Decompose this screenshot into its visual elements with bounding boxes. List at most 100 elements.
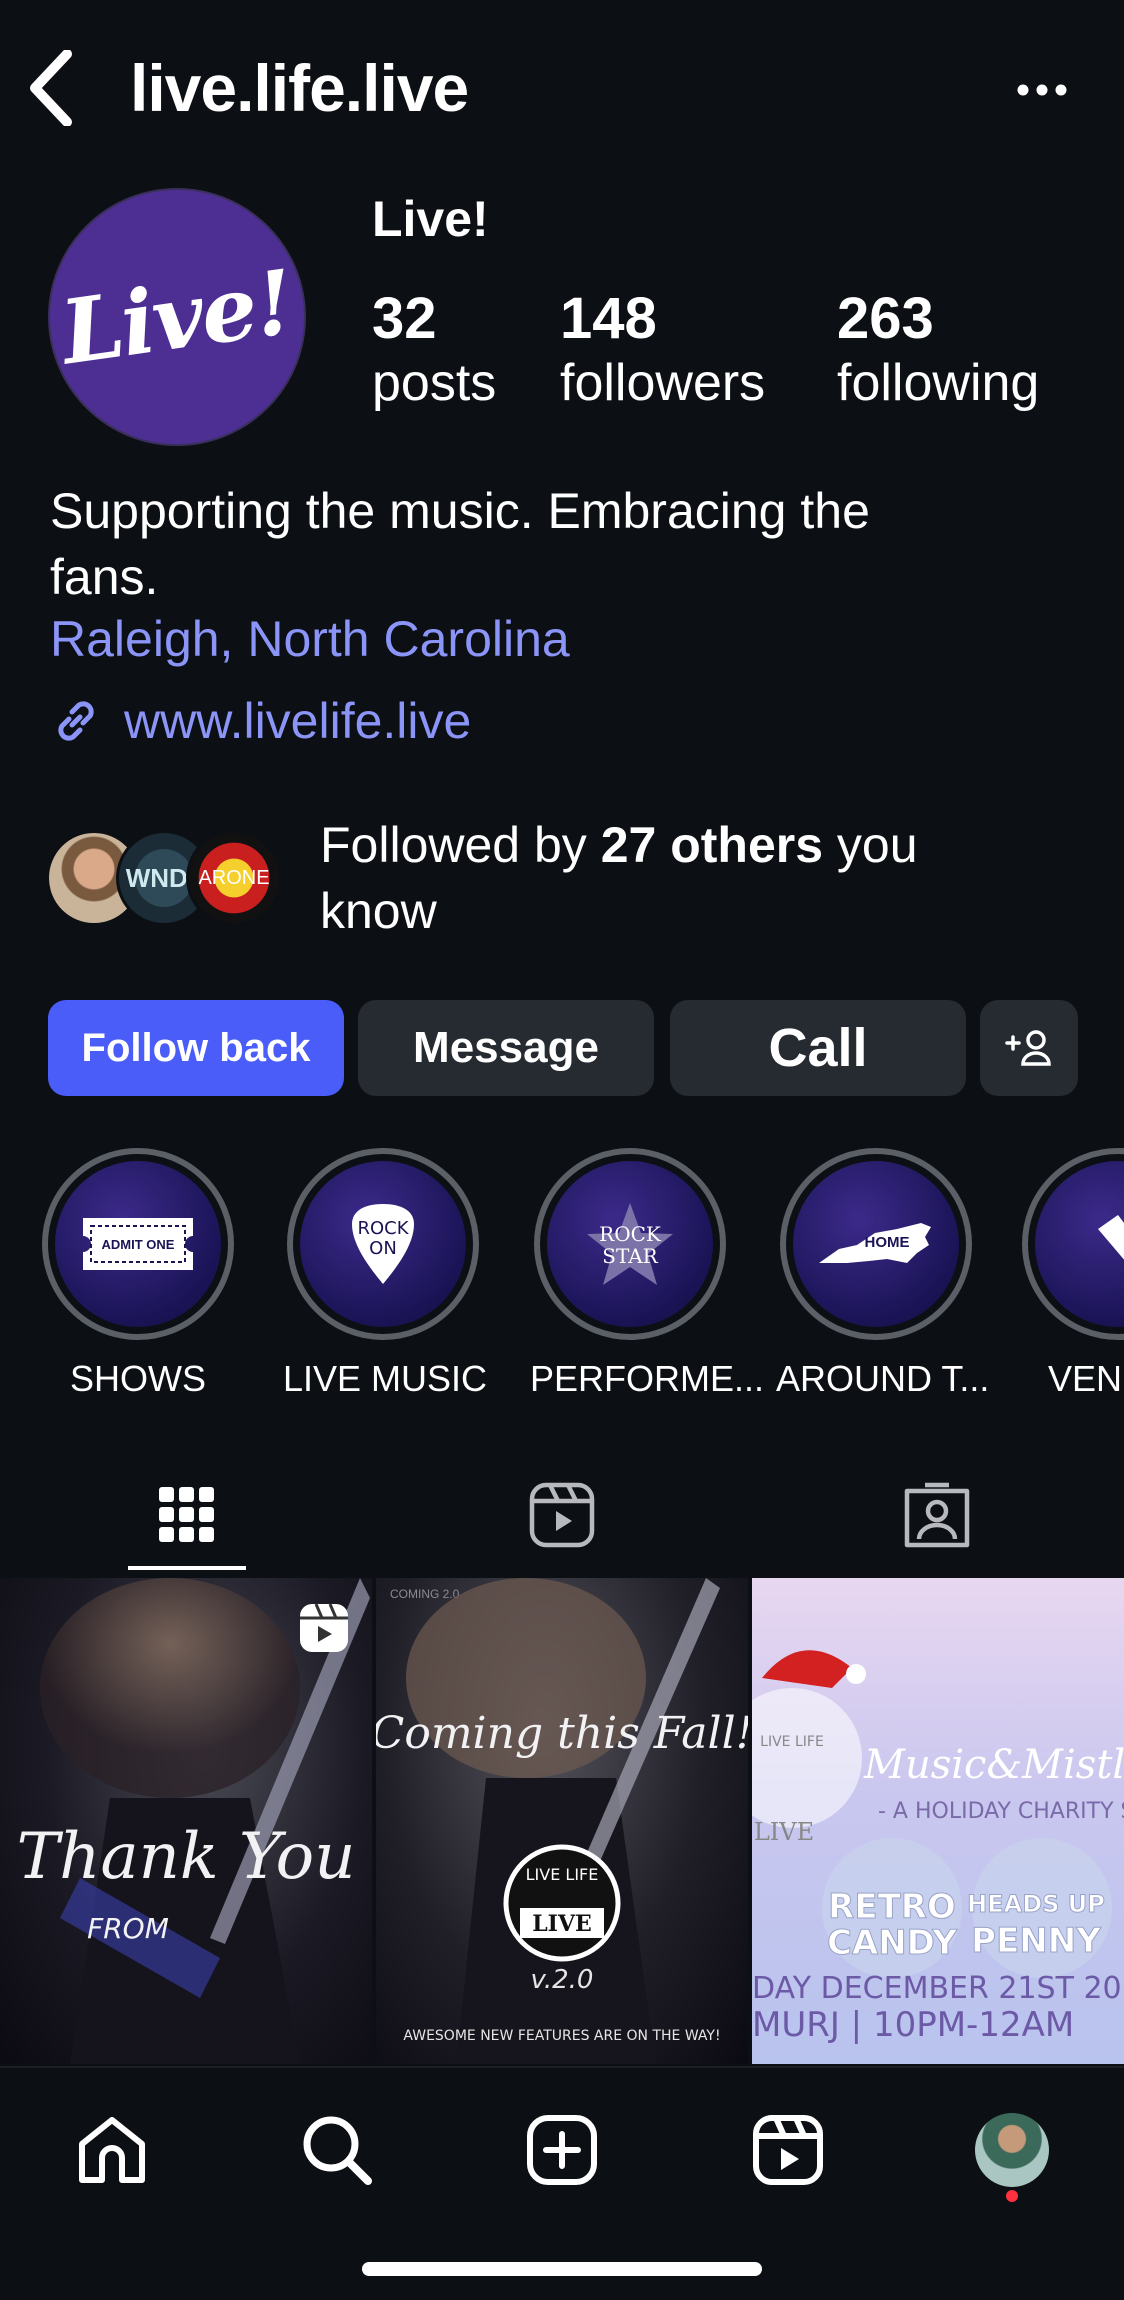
home-icon (79, 2117, 145, 2183)
tab-tagged[interactable] (750, 1460, 1124, 1570)
mutual-count: 27 others (600, 817, 824, 873)
suggested-users-button[interactable] (980, 1000, 1078, 1096)
display-name: Live! (372, 191, 489, 247)
stat-followers-label: followers (560, 354, 766, 412)
stat-followers[interactable]: 148 followers (560, 286, 765, 414)
post-date: DAY DECEMBER 21ST 20 (752, 1971, 1122, 2006)
stat-posts-label: posts (372, 354, 497, 412)
post-thumbnail[interactable]: Thank You FROM (0, 1578, 372, 2064)
highlight-ring: ADMIT ONE (42, 1148, 234, 1340)
svg-text:HEADS UP: HEADS UP (967, 1890, 1105, 1918)
active-tab-indicator (128, 1566, 246, 1570)
stat-followers-count: 148 (560, 286, 657, 351)
mutual-suffix: you (823, 817, 918, 873)
highlight-live-music[interactable]: ROCK ON LIVE MUSIC (283, 1148, 488, 1400)
svg-text:STAR: STAR (602, 1244, 658, 1268)
svg-text:ADMIT ONE: ADMIT ONE (102, 1237, 175, 1252)
link-icon (58, 701, 94, 741)
profile-bio: Supporting the music. Embracing the fans… (50, 478, 1080, 610)
svg-text:ON: ON (369, 1238, 397, 1259)
post-logo: LIVE (754, 1818, 814, 1846)
post-version: v.2.0 (531, 1965, 594, 1995)
mutual-suffix-line2: know (320, 883, 437, 939)
venue-icon (1098, 1215, 1124, 1260)
post-artwork: COMING 2.0 Coming this Fall! LIVE LIFE L… (376, 1578, 748, 2064)
svg-text:ROCK: ROCK (357, 1218, 409, 1239)
mutual-followers-avatars[interactable]: WNDJ ARONE (46, 830, 296, 930)
highlight-ring: ROCK ON (287, 1148, 479, 1340)
highlight-around-town[interactable]: HOME AROUND T... (776, 1148, 990, 1400)
home-indicator (362, 2262, 762, 2276)
website-text: www.livelife.live (124, 693, 472, 749)
tab-reels[interactable] (375, 1460, 749, 1570)
reels-icon (753, 2115, 823, 2185)
profile-location[interactable]: Raleigh, North Carolina (50, 610, 570, 668)
svg-text:RETRO: RETRO (828, 1887, 956, 1927)
highlight-label: VEN (1048, 1358, 1123, 1399)
highlight-venues[interactable]: VEN (1022, 1148, 1124, 1400)
avatar-logo: Live! (55, 249, 299, 385)
svg-text:COMING 2.0: COMING 2.0 (390, 1587, 460, 1601)
nav-profile[interactable] (962, 2100, 1062, 2200)
highlight-performers[interactable]: ROCK STAR PERFORME... (530, 1148, 765, 1400)
follow-back-button[interactable]: Follow back (48, 1000, 344, 1096)
highlight-ring: ROCK STAR (534, 1148, 726, 1340)
post-title: Coming this Fall! (376, 1708, 748, 1759)
post-venue: MURJ | 10PM-12AM (752, 2005, 1074, 2045)
back-button[interactable] (22, 48, 78, 128)
stat-following-label: following (837, 354, 1040, 412)
profile-avatar[interactable]: Live! (48, 188, 306, 446)
reels-icon (529, 1482, 595, 1548)
highlight-label: PERFORME... (530, 1358, 765, 1399)
grid-icon (159, 1487, 214, 1542)
post-title: Music&Mistletoe (863, 1742, 1124, 1788)
post-subtitle: - A HOLIDAY CHARITY SHOW (878, 1799, 1124, 1824)
svg-text:PENNY: PENNY (971, 1921, 1101, 1961)
add-person-icon (1005, 1030, 1051, 1066)
profile-username: live.life.live (130, 51, 469, 125)
post-artwork: LIVE LIFE LIVE Music&Mistletoe - A HOLID… (752, 1650, 1124, 2045)
highlight-label: LIVE MUSIC (283, 1358, 488, 1399)
nav-create[interactable] (512, 2100, 612, 2200)
post-title: Thank You (17, 1820, 356, 1894)
star-icon: ROCK STAR (587, 1203, 673, 1285)
highlight-ring: HOME (780, 1148, 972, 1340)
guitar-pick-icon: ROCK ON (352, 1204, 414, 1284)
search-icon (303, 2116, 372, 2185)
highlight-ring (1022, 1148, 1124, 1340)
north-carolina-map-icon: HOME (819, 1223, 931, 1263)
highlight-shows[interactable]: ADMIT ONE SHOWS (38, 1148, 238, 1400)
call-button[interactable]: Call (670, 1000, 966, 1096)
nav-home[interactable] (62, 2100, 162, 2200)
profile-avatar-small (975, 2113, 1049, 2187)
tab-posts-grid[interactable] (0, 1460, 374, 1570)
stat-posts[interactable]: 32 posts (372, 286, 496, 414)
reel-icon (300, 1603, 348, 1652)
mutual-prefix: Followed by (320, 817, 601, 873)
message-button[interactable]: Message (358, 1000, 654, 1096)
svg-text:HOME: HOME (865, 1234, 910, 1251)
svg-text:LIVE LIFE: LIVE LIFE (760, 1734, 824, 1750)
svg-text:ROCK: ROCK (599, 1222, 662, 1246)
svg-text:LIVE LIFE: LIVE LIFE (526, 1865, 599, 1884)
post-thumbnail[interactable]: LIVE LIFE LIVE Music&Mistletoe - A HOLID… (752, 1578, 1124, 2064)
tagged-icon (904, 1482, 970, 1548)
stat-following[interactable]: 263 following (837, 286, 1039, 414)
bio-line: fans. (50, 549, 159, 605)
highlight-label: AROUND T... (776, 1358, 990, 1399)
notification-dot (1006, 2190, 1018, 2202)
more-options-button[interactable] (1010, 62, 1074, 118)
svg-text:CANDY: CANDY (827, 1923, 957, 1963)
nav-reels[interactable] (738, 2100, 838, 2200)
highlight-label: SHOWS (69, 1358, 206, 1399)
mutual-followers-text[interactable]: Followed by 27 others you know (320, 812, 1080, 944)
post-logo: LIVE (532, 1911, 592, 1937)
more-icon (1017, 84, 1067, 96)
post-footer: AWESOME NEW FEATURES ARE ON THE WAY! (403, 2028, 720, 2044)
profile-website-link[interactable]: www.livelife.live (50, 692, 471, 750)
bio-line: Supporting the music. Embracing the (50, 483, 870, 539)
nav-search[interactable] (287, 2100, 387, 2200)
mutual-avatar: ARONE (186, 830, 282, 926)
post-thumbnail[interactable]: COMING 2.0 Coming this Fall! LIVE LIFE L… (376, 1578, 748, 2064)
post-subtitle: FROM (87, 1912, 169, 1945)
